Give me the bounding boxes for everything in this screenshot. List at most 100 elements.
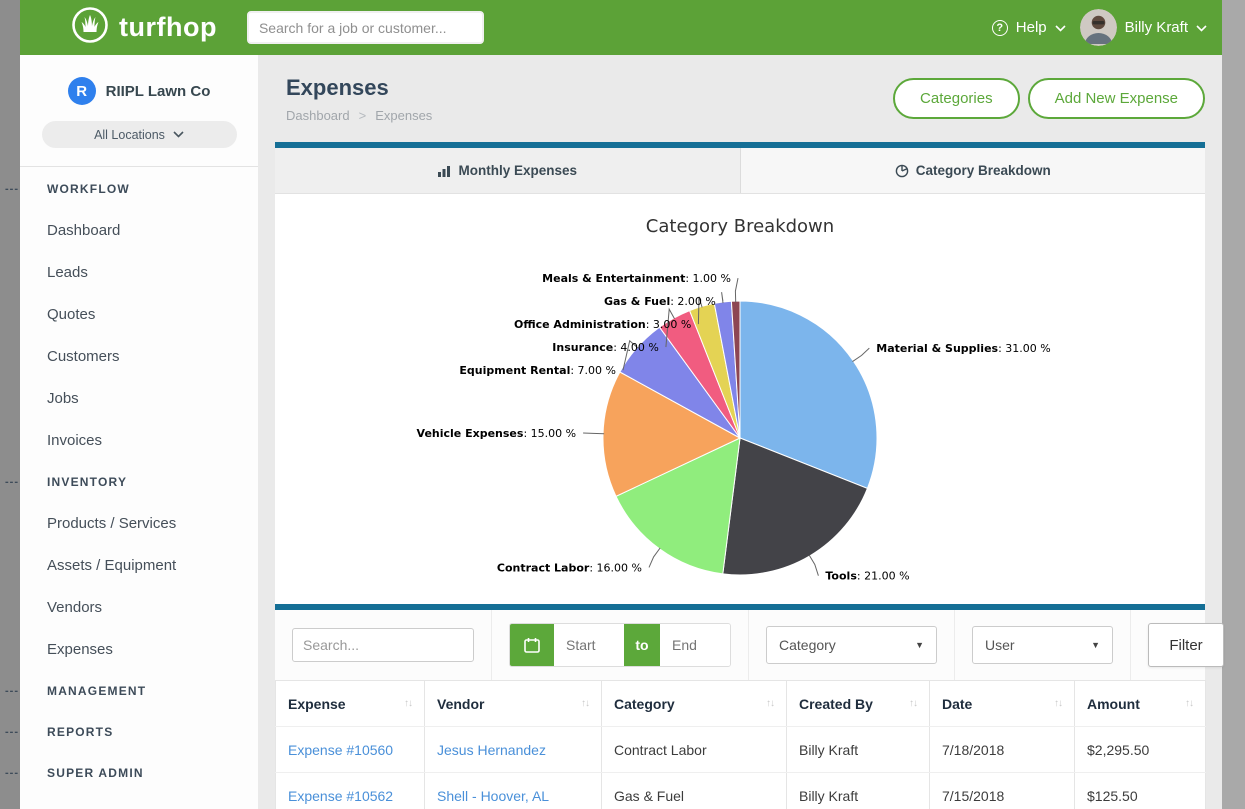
pie-label-connector [722,292,723,303]
pie-data-label: Gas & Fuel: 2.00 % [604,295,716,308]
user-name: Billy Kraft [1125,19,1188,36]
sort-icon[interactable]: ↑↓ [766,698,774,709]
table-cell: 7/15/2018 [930,773,1075,809]
sort-icon[interactable]: ↑↓ [1054,698,1062,709]
column-header-date[interactable]: Date↑↓ [930,681,1075,727]
tab-category-breakdown[interactable]: Category Breakdown [740,148,1206,193]
column-header-created-by[interactable]: Created By↑↓ [787,681,930,727]
sidebar-item-customers[interactable]: Customers [20,336,258,378]
sidebar-item-quotes[interactable]: Quotes [20,294,258,336]
sidebar: R RIIPL Lawn Co All Locations ---WORKFLO… [20,55,258,809]
sidebar-item-assets-equipment[interactable]: Assets / Equipment [20,545,258,587]
section-dashes-icon: --- [5,753,19,794]
sidebar-section-reports[interactable]: ---REPORTS [20,712,258,753]
sort-icon[interactable]: ↑↓ [581,698,589,709]
help-icon: ? [992,20,1008,36]
table-cell: $2,295.50 [1075,727,1206,773]
sidebar-item-expenses[interactable]: Expenses [20,629,258,671]
table-cell: Expense #10560 [276,727,425,773]
scrollbar-track[interactable] [1222,0,1245,809]
column-header-expense[interactable]: Expense↑↓ [276,681,425,727]
table-cell: Contract Labor [602,727,787,773]
sidebar-section-super-admin[interactable]: ---SUPER ADMIN [20,753,258,794]
user-select-value: User [985,637,1015,653]
date-end-input[interactable] [660,624,730,666]
categories-button[interactable]: Categories [893,78,1020,119]
section-dashes-icon: --- [5,671,19,712]
expense-link[interactable]: Expense #10560 [288,742,393,758]
filter-bar: to Category ▼ User ▼ [275,610,1205,680]
user-menu[interactable]: Billy Kraft [1080,9,1207,46]
sidebar-item-dashboard[interactable]: Dashboard [20,210,258,252]
vendor-link[interactable]: Jesus Hernandez [437,742,546,758]
table-cell: Gas & Fuel [602,773,787,809]
expense-link[interactable]: Expense #10562 [288,788,393,804]
pie-data-label: Material & Supplies: 31.00 % [876,342,1050,355]
sidebar-nav: ---WORKFLOWDashboardLeadsQuotesCustomers… [20,167,258,794]
content-area: Expenses Dashboard > Expenses Categories… [258,55,1222,809]
sort-icon[interactable]: ↑↓ [909,698,917,709]
breadcrumb: Dashboard > Expenses [286,108,432,123]
sidebar-section-management[interactable]: ---MANAGEMENT [20,671,258,712]
filter-button[interactable]: Filter [1148,623,1224,667]
sidebar-section-workflow[interactable]: ---WORKFLOW [20,169,258,210]
tab-label: Monthly Expenses [458,163,577,178]
sidebar-item-products-services[interactable]: Products / Services [20,503,258,545]
location-selector-label: All Locations [94,128,165,142]
help-menu[interactable]: ? Help [992,19,1066,36]
table-row: Expense #10562 Shell - Hoover, AL Gas & Fu… [276,773,1206,809]
calendar-button[interactable] [510,624,554,666]
sidebar-item-leads[interactable]: Leads [20,252,258,294]
calendar-icon [523,636,541,654]
chevron-down-icon [1055,19,1066,36]
table-cell: Billy Kraft [787,773,930,809]
chevron-down-icon [1196,19,1207,36]
table-cell: $125.50 [1075,773,1206,809]
pie-label-connector [735,278,738,302]
brand-logo[interactable]: turfhop [70,5,217,50]
add-new-expense-button[interactable]: Add New Expense [1028,78,1205,119]
breadcrumb-expenses: Expenses [375,108,432,123]
tab-label: Category Breakdown [916,163,1051,178]
global-search-input[interactable] [247,11,484,44]
pie-data-label: Meals & Entertainment: 1.00 % [542,272,731,285]
table-cell: Expense #10562 [276,773,425,809]
user-select[interactable]: User ▼ [972,626,1113,664]
sort-icon[interactable]: ↑↓ [1185,698,1193,709]
breadcrumb-dashboard[interactable]: Dashboard [286,108,350,123]
pie-data-label: Insurance: 4.00 % [552,341,659,354]
pie-chart-icon [895,164,909,178]
column-header-vendor[interactable]: Vendor↑↓ [425,681,602,727]
sidebar-section-inventory[interactable]: ---INVENTORY [20,462,258,503]
select-arrow-icon: ▼ [1091,640,1100,650]
pie-data-label: Office Administration: 3.00 % [514,318,691,331]
avatar [1080,9,1117,46]
sidebar-item-jobs[interactable]: Jobs [20,378,258,420]
vendor-link[interactable]: Shell - Hoover, AL [437,788,549,804]
pie-data-label: Tools: 21.00 % [825,570,909,583]
pie-data-label: Vehicle Expenses: 15.00 % [417,427,577,440]
column-header-category[interactable]: Category↑↓ [602,681,787,727]
chart-tabs: Monthly Expenses Category Breakdown [275,148,1205,194]
section-dashes-icon: --- [5,169,19,210]
bar-chart-icon [437,164,451,178]
sidebar-item-invoices[interactable]: Invoices [20,420,258,462]
tab-monthly-expenses[interactable]: Monthly Expenses [275,148,740,193]
company-name: RIIPL Lawn Co [106,83,211,100]
column-header-amount[interactable]: Amount↑↓ [1075,681,1206,727]
brand-name: turfhop [119,12,217,43]
table-cell: 7/18/2018 [930,727,1075,773]
date-start-input[interactable] [554,624,624,666]
app-window: turfhop ? Help Bill [20,0,1222,809]
table-search-input[interactable] [292,628,474,662]
sort-icon[interactable]: ↑↓ [404,698,412,709]
category-select[interactable]: Category ▼ [766,626,937,664]
location-selector[interactable]: All Locations [42,121,237,148]
sidebar-item-vendors[interactable]: Vendors [20,587,258,629]
turfhop-grass-icon [70,5,110,50]
top-header: turfhop ? Help Bill [20,0,1222,55]
pie-label-connector [809,555,818,576]
pie-chart-panel: Category Breakdown Material & Supplies: … [275,194,1205,604]
table-cell: Shell - Hoover, AL [425,773,602,809]
help-label: Help [1016,19,1047,36]
